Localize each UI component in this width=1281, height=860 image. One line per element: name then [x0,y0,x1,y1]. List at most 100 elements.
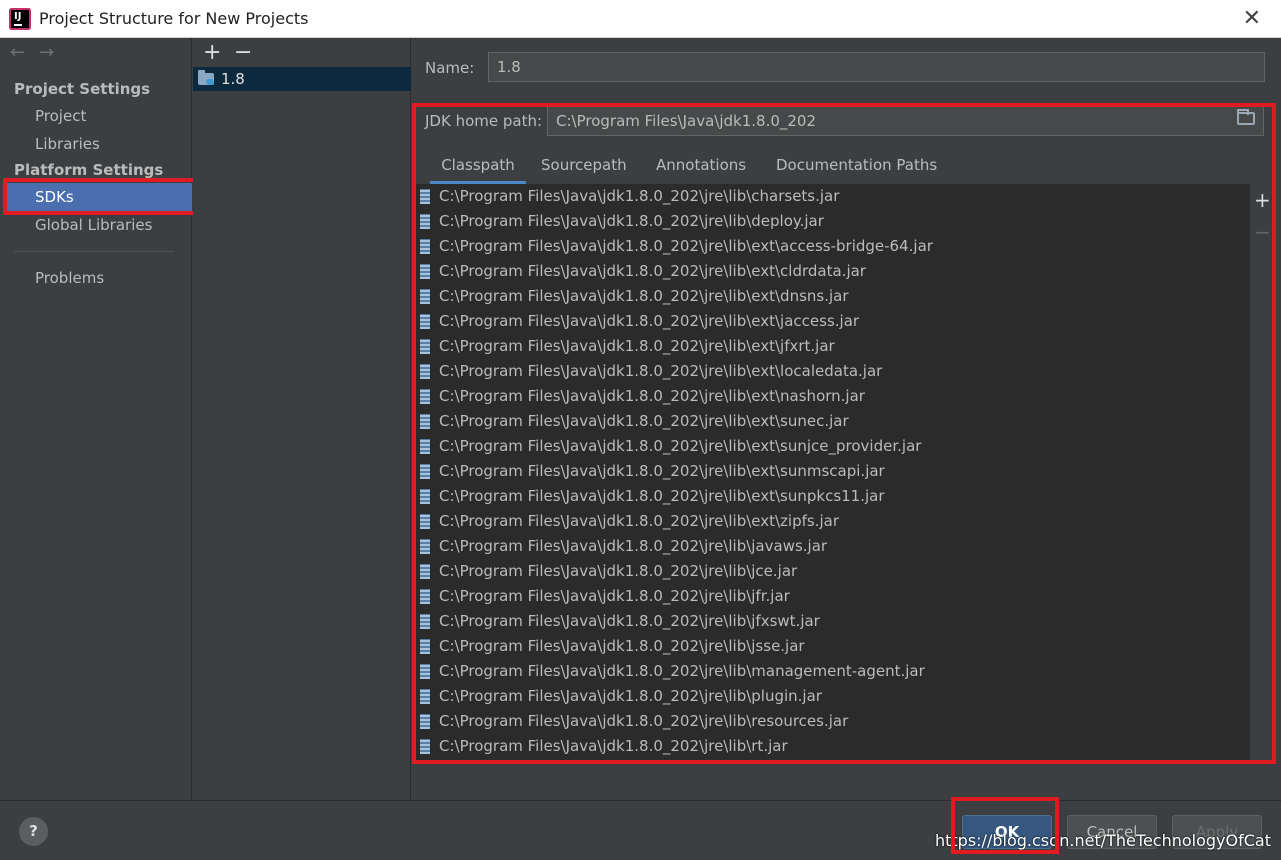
classpath-row[interactable]: C:\Program Files\Java\jdk1.8.0_202\jre\l… [416,659,1250,684]
jar-file-icon [420,739,430,754]
close-icon[interactable]: ✕ [1243,6,1261,31]
forward-arrow-icon[interactable]: → [39,42,54,63]
classpath-row[interactable]: C:\Program Files\Java\jdk1.8.0_202\jre\l… [416,484,1250,509]
classpath-row[interactable]: C:\Program Files\Java\jdk1.8.0_202\jre\l… [416,434,1250,459]
classpath-row-label: C:\Program Files\Java\jdk1.8.0_202\jre\l… [439,662,925,680]
jar-file-icon [420,264,430,279]
classpath-row-label: C:\Program Files\Java\jdk1.8.0_202\jre\l… [439,262,866,280]
cancel-button[interactable]: Cancel [1067,815,1157,849]
classpath-row[interactable]: C:\Program Files\Java\jdk1.8.0_202\jre\l… [416,534,1250,559]
sdk-list-item[interactable]: 1.8 [193,67,411,91]
tab-sourcepath[interactable]: Sourcepath [541,150,627,184]
classpath-row[interactable]: C:\Program Files\Java\jdk1.8.0_202\jre\l… [416,309,1250,334]
classpath-row[interactable]: C:\Program Files\Java\jdk1.8.0_202\jre\l… [416,509,1250,534]
jar-file-icon [420,639,430,654]
classpath-row[interactable]: C:\Program Files\Java\jdk1.8.0_202\jre\l… [416,209,1250,234]
jar-file-icon [420,239,430,254]
platform-settings-header: Platform Settings [14,161,164,179]
classpath-row[interactable]: C:\Program Files\Java\jdk1.8.0_202\jre\l… [416,259,1250,284]
jar-file-icon [420,589,430,604]
classpath-row-label: C:\Program Files\Java\jdk1.8.0_202\jre\l… [439,212,824,230]
tab-annotations[interactable]: Annotations [656,150,746,184]
classpath-row[interactable]: C:\Program Files\Java\jdk1.8.0_202\jre\l… [416,409,1250,434]
sdk-list-panel: + − 1.8 [193,38,411,800]
sdk-detail-panel: Name: JDK home path: C:\Program Files\Ja… [412,38,1281,800]
classpath-row-label: C:\Program Files\Java\jdk1.8.0_202\jre\l… [439,562,798,580]
jar-file-icon [420,539,430,554]
classpath-row[interactable]: C:\Program Files\Java\jdk1.8.0_202\jre\l… [416,459,1250,484]
sidebar-item-project[interactable]: Project [4,102,192,130]
classpath-row[interactable]: C:\Program Files\Java\jdk1.8.0_202\jre\l… [416,559,1250,584]
title-bar: IJ Project Structure for New Projects ✕ [0,0,1281,38]
jdk-home-path-value: C:\Program Files\Java\jdk1.8.0_202 [556,112,817,130]
jar-file-icon [420,714,430,729]
classpath-row[interactable]: C:\Program Files\Java\jdk1.8.0_202\jre\l… [416,359,1250,384]
classpath-row[interactable]: C:\Program Files\Java\jdk1.8.0_202\jre\l… [416,584,1250,609]
jdk-folder-icon [198,70,214,85]
jar-file-icon [420,664,430,679]
jar-file-icon [420,214,430,229]
classpath-row-label: C:\Program Files\Java\jdk1.8.0_202\jre\l… [439,362,883,380]
sidebar-item-sdks[interactable]: SDKs [4,183,192,211]
jar-file-icon [420,614,430,629]
add-sdk-button[interactable]: + [203,40,221,65]
classpath-row-label: C:\Program Files\Java\jdk1.8.0_202\jre\l… [439,512,839,530]
apply-button[interactable]: Apply [1172,815,1262,849]
classpath-row-label: C:\Program Files\Java\jdk1.8.0_202\jre\l… [439,387,865,405]
name-input[interactable] [488,52,1265,82]
jar-file-icon [420,314,430,329]
jar-file-icon [420,189,430,204]
classpath-row[interactable]: C:\Program Files\Java\jdk1.8.0_202\jre\l… [416,684,1250,709]
jar-file-icon [420,489,430,504]
sdk-list-item-label: 1.8 [221,70,245,88]
classpath-row-label: C:\Program Files\Java\jdk1.8.0_202\jre\l… [439,312,860,330]
jar-file-icon [420,514,430,529]
classpath-row[interactable]: C:\Program Files\Java\jdk1.8.0_202\jre\l… [416,234,1250,259]
classpath-row[interactable]: C:\Program Files\Java\jdk1.8.0_202\jre\l… [416,609,1250,634]
intellij-app-icon: IJ [9,8,31,30]
add-path-button[interactable]: + [1254,188,1271,220]
classpath-row[interactable]: C:\Program Files\Java\jdk1.8.0_202\jre\l… [416,334,1250,359]
classpath-row-label: C:\Program Files\Java\jdk1.8.0_202\jre\l… [439,587,790,605]
sidebar-item-libraries[interactable]: Libraries [4,130,192,158]
dialog-button-bar: ? OK Cancel Apply https://blog.csdn.net/… [0,800,1281,860]
tab-documentation-paths[interactable]: Documentation Paths [776,150,937,184]
ok-button[interactable]: OK [962,815,1052,849]
browse-folder-icon[interactable] [1237,109,1255,125]
jdk-home-path-label: JDK home path: [425,112,543,130]
classpath-row-label: C:\Program Files\Java\jdk1.8.0_202\jre\l… [439,612,820,630]
classpath-row-label: C:\Program Files\Java\jdk1.8.0_202\jre\l… [439,737,788,755]
sidebar-item-problems[interactable]: Problems [4,264,192,292]
classpath-row-label: C:\Program Files\Java\jdk1.8.0_202\jre\l… [439,462,885,480]
project-settings-header: Project Settings [14,80,151,98]
classpath-row[interactable]: C:\Program Files\Java\jdk1.8.0_202\jre\l… [416,184,1250,209]
classpath-row-label: C:\Program Files\Java\jdk1.8.0_202\jre\l… [439,287,849,305]
classpath-row[interactable]: C:\Program Files\Java\jdk1.8.0_202\jre\l… [416,284,1250,309]
classpath-row[interactable]: C:\Program Files\Java\jdk1.8.0_202\jre\l… [416,734,1250,759]
tab-classpath[interactable]: Classpath [430,150,526,184]
jar-file-icon [420,389,430,404]
classpath-row-label: C:\Program Files\Java\jdk1.8.0_202\jre\l… [439,687,822,705]
classpath-tools: + − [1254,188,1271,252]
jdk-home-path-field[interactable]: C:\Program Files\Java\jdk1.8.0_202 [547,106,1264,136]
classpath-row[interactable]: C:\Program Files\Java\jdk1.8.0_202\jre\l… [416,384,1250,409]
back-arrow-icon[interactable]: ← [10,42,25,63]
remove-path-button[interactable]: − [1254,220,1271,252]
classpath-list[interactable]: C:\Program Files\Java\jdk1.8.0_202\jre\l… [416,184,1250,760]
jar-file-icon [420,439,430,454]
classpath-row[interactable]: C:\Program Files\Java\jdk1.8.0_202\jre\l… [416,709,1250,734]
remove-sdk-button[interactable]: − [234,40,252,65]
nav-arrows: ← → [10,42,68,63]
jar-file-icon [420,564,430,579]
sidebar-item-global-libraries[interactable]: Global Libraries [4,211,192,239]
classpath-row-label: C:\Program Files\Java\jdk1.8.0_202\jre\l… [439,712,849,730]
classpath-row-label: C:\Program Files\Java\jdk1.8.0_202\jre\l… [439,412,849,430]
help-button[interactable]: ? [19,817,48,846]
classpath-row[interactable]: C:\Program Files\Java\jdk1.8.0_202\jre\l… [416,634,1250,659]
settings-sidebar: ← → Project Settings Project Libraries Pl… [0,38,192,800]
classpath-row-label: C:\Program Files\Java\jdk1.8.0_202\jre\l… [439,337,835,355]
classpath-row-label: C:\Program Files\Java\jdk1.8.0_202\jre\l… [439,187,840,205]
jar-file-icon [420,689,430,704]
jar-file-icon [420,339,430,354]
window-title: Project Structure for New Projects [39,9,309,28]
